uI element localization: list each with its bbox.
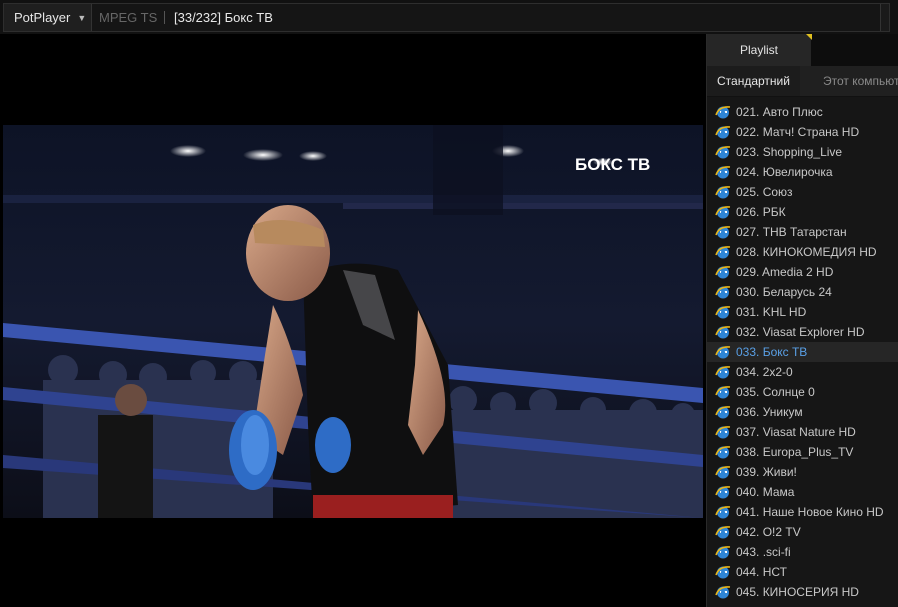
- tab-playlist[interactable]: Playlist: [707, 34, 811, 66]
- internet-explorer-icon: [715, 106, 731, 119]
- list-item-label: 029. Amedia 2 HD: [736, 265, 834, 279]
- list-item[interactable]: 023. Shopping_Live: [707, 142, 898, 162]
- internet-explorer-icon: [715, 146, 731, 159]
- internet-explorer-icon: [715, 266, 731, 279]
- list-item[interactable]: 042. О!2 TV: [707, 522, 898, 542]
- window-control-button[interactable]: [880, 4, 889, 31]
- list-item[interactable]: 035. Солнце 0: [707, 382, 898, 402]
- internet-explorer-icon: [715, 406, 731, 419]
- list-item-label: 030. Беларусь 24: [736, 285, 832, 299]
- list-item-label: 023. Shopping_Live: [736, 145, 843, 159]
- list-item[interactable]: 044. НСТ: [707, 562, 898, 582]
- list-item[interactable]: 045. КИНОСЕРИЯ HD: [707, 582, 898, 602]
- list-item-label: 037. Viasat Nature HD: [736, 425, 856, 439]
- internet-explorer-icon: [715, 446, 731, 459]
- list-item[interactable]: 036. Уникум: [707, 402, 898, 422]
- internet-explorer-icon: [715, 326, 731, 339]
- list-item-label: 041. Наше Новое Кино HD: [736, 505, 884, 519]
- list-item-label: 042. О!2 TV: [736, 525, 801, 539]
- list-item-label: 038. Europa_Plus_TV: [736, 445, 854, 459]
- list-item[interactable]: 025. Союз: [707, 182, 898, 202]
- playlist-list: 021. Авто Плюс 022. Матч! Страна HD 023. S…: [707, 102, 898, 602]
- list-item-label: 024. Ювелирочка: [736, 165, 833, 179]
- list-item-label: 032. Viasat Explorer HD: [736, 325, 865, 339]
- list-item-label: 033. Бокс ТВ: [736, 345, 808, 359]
- video-frame[interactable]: БОКС ТВ: [3, 125, 703, 518]
- app-menu-button[interactable]: PotPlayer ▼: [4, 4, 92, 31]
- list-item[interactable]: 027. ТНВ Татарстан: [707, 222, 898, 242]
- channel-logo: БОКС ТВ: [575, 155, 650, 174]
- internet-explorer-icon: [715, 366, 731, 379]
- internet-explorer-icon: [715, 546, 731, 559]
- list-item-label: 034. 2x2-0: [736, 365, 793, 379]
- list-item-label: 026. РБК: [736, 205, 786, 219]
- list-item[interactable]: 034. 2x2-0: [707, 362, 898, 382]
- playlist-panel: Playlist Стандартний Этот компьютер 021.…: [706, 34, 898, 607]
- list-item[interactable]: 033. Бокс ТВ: [707, 342, 898, 362]
- list-item-label: 039. Живи!: [736, 465, 797, 479]
- list-item[interactable]: 022. Матч! Страна HD: [707, 122, 898, 142]
- list-item-label: 025. Союз: [736, 185, 793, 199]
- internet-explorer-icon: [715, 506, 731, 519]
- list-item-label: 040. Мама: [736, 485, 795, 499]
- list-item-label: 044. НСТ: [736, 565, 787, 579]
- list-item[interactable]: 032. Viasat Explorer HD: [707, 322, 898, 342]
- list-item[interactable]: 024. Ювелирочка: [707, 162, 898, 182]
- media-title: [33/232] Бокс ТВ: [174, 10, 273, 25]
- list-item-label: 027. ТНВ Татарстан: [736, 225, 847, 239]
- list-item[interactable]: 031. KHL HD: [707, 302, 898, 322]
- list-item[interactable]: 043. .sci-fi: [707, 542, 898, 562]
- internet-explorer-icon: [715, 466, 731, 479]
- internet-explorer-icon: [715, 166, 731, 179]
- internet-explorer-icon: [715, 586, 731, 599]
- tab-this-computer[interactable]: Этот компьютер: [823, 66, 898, 96]
- playlist-header: Playlist: [707, 34, 898, 66]
- video-area[interactable]: БОКС ТВ: [0, 34, 706, 607]
- svg-text:БОКС ТВ: БОКС ТВ: [575, 155, 650, 174]
- list-item-label: 021. Авто Плюс: [736, 105, 823, 119]
- list-item-label: 043. .sci-fi: [736, 545, 791, 559]
- internet-explorer-icon: [715, 566, 731, 579]
- title-bar: PotPlayer ▼ MPEG TS [33/232] Бокс ТВ: [0, 0, 898, 34]
- internet-explorer-icon: [715, 186, 731, 199]
- list-item[interactable]: 038. Europa_Plus_TV: [707, 442, 898, 462]
- internet-explorer-icon: [715, 526, 731, 539]
- internet-explorer-icon: [715, 346, 731, 359]
- list-item[interactable]: 041. Наше Новое Кино HD: [707, 502, 898, 522]
- chevron-down-icon: ▼: [77, 12, 87, 23]
- list-item[interactable]: 037. Viasat Nature HD: [707, 422, 898, 442]
- tab-corner-marker: [806, 34, 812, 40]
- internet-explorer-icon: [715, 426, 731, 439]
- title-separator: [164, 11, 165, 24]
- list-item[interactable]: 028. КИНОКОМЕДИЯ HD: [707, 242, 898, 262]
- list-item[interactable]: 039. Живи!: [707, 462, 898, 482]
- internet-explorer-icon: [715, 286, 731, 299]
- boxing-scene-image: БОКС ТВ: [3, 125, 703, 518]
- format-label: MPEG TS: [99, 10, 158, 25]
- title-bar-frame: PotPlayer ▼ MPEG TS [33/232] Бокс ТВ: [3, 3, 890, 32]
- internet-explorer-icon: [715, 486, 731, 499]
- internet-explorer-icon: [715, 306, 731, 319]
- list-item[interactable]: 040. Мама: [707, 482, 898, 502]
- list-item-label: 035. Солнце 0: [736, 385, 815, 399]
- list-item-label: 028. КИНОКОМЕДИЯ HD: [736, 245, 877, 259]
- list-item[interactable]: 029. Amedia 2 HD: [707, 262, 898, 282]
- list-item[interactable]: 030. Беларусь 24: [707, 282, 898, 302]
- list-item[interactable]: 026. РБК: [707, 202, 898, 222]
- internet-explorer-icon: [715, 226, 731, 239]
- list-item[interactable]: 021. Авто Плюс: [707, 102, 898, 122]
- list-item-label: 045. КИНОСЕРИЯ HD: [736, 585, 859, 599]
- internet-explorer-icon: [715, 126, 731, 139]
- app-name: PotPlayer: [14, 10, 71, 25]
- list-item-label: 022. Матч! Страна HD: [736, 125, 860, 139]
- list-item-label: 036. Уникум: [736, 405, 803, 419]
- internet-explorer-icon: [715, 386, 731, 399]
- list-item-label: 031. KHL HD: [736, 305, 807, 319]
- internet-explorer-icon: [715, 206, 731, 219]
- tab-standard[interactable]: Стандартний: [707, 66, 800, 96]
- internet-explorer-icon: [715, 246, 731, 259]
- playlist-subtabs: Стандартний Этот компьютер: [707, 66, 898, 97]
